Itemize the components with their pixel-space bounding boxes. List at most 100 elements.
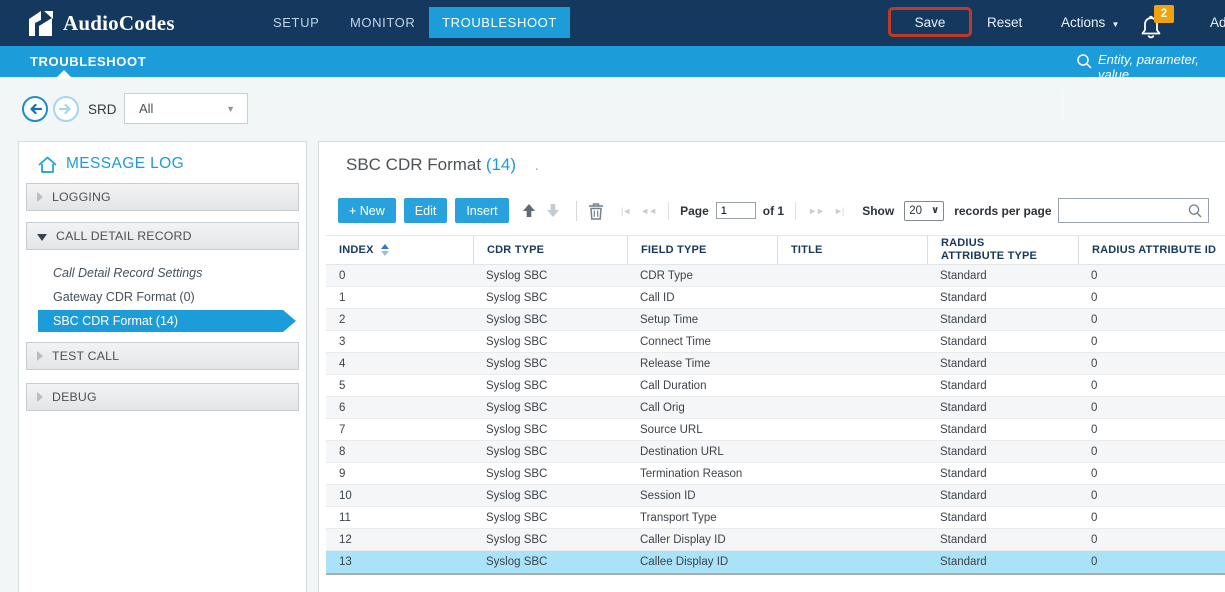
cell-field-type: Termination Reason bbox=[627, 468, 777, 480]
table-search-input[interactable] bbox=[1059, 199, 1185, 222]
page-of-label: of 1 bbox=[763, 204, 784, 218]
column-header-title[interactable]: TITLE bbox=[777, 235, 927, 265]
table-row[interactable]: 8Syslog SBCDestination URLStandard0 bbox=[326, 441, 1225, 463]
actions-menu-button[interactable]: Actions ▼ bbox=[1061, 15, 1119, 30]
cell-index: 8 bbox=[326, 446, 473, 458]
cell-cdr-type: Syslog SBC bbox=[473, 314, 627, 326]
chevron-down-icon: ▼ bbox=[226, 104, 235, 114]
back-button[interactable] bbox=[22, 96, 48, 122]
table-search-box bbox=[1058, 198, 1209, 223]
notification-count-badge: 2 bbox=[1154, 5, 1174, 23]
sidebar-item-sbc-cdr-format[interactable]: SBC CDR Format (14) bbox=[38, 310, 283, 332]
last-page-button[interactable]: ►| bbox=[834, 206, 843, 216]
sidebar-group-items: Call Detail Record Settings Gateway CDR … bbox=[19, 262, 306, 332]
record-count: (14) bbox=[486, 155, 516, 174]
cell-radius-attribute-type: Standard bbox=[927, 468, 1078, 480]
records-per-page-label: records per page bbox=[954, 204, 1051, 218]
table-row[interactable]: 9Syslog SBCTermination ReasonStandard0 bbox=[326, 463, 1225, 485]
first-page-button[interactable]: |◄ bbox=[621, 206, 630, 216]
cell-cdr-type: Syslog SBC bbox=[473, 556, 627, 568]
breadcrumb: TROUBLESHOOT bbox=[30, 46, 146, 77]
page-title: SBC CDR Format (14) . bbox=[346, 155, 539, 175]
cell-radius-attribute-type: Standard bbox=[927, 270, 1078, 282]
cell-cdr-type: Syslog SBC bbox=[473, 270, 627, 282]
table-row[interactable]: 3Syslog SBCConnect TimeStandard0 bbox=[326, 331, 1225, 353]
chevron-expanded-icon bbox=[37, 234, 47, 241]
table-row[interactable]: 2Syslog SBCSetup TimeStandard0 bbox=[326, 309, 1225, 331]
search-icon[interactable] bbox=[1187, 203, 1203, 219]
cell-radius-attribute-type: Standard bbox=[927, 380, 1078, 392]
table-row[interactable]: 12Syslog SBCCaller Display IDStandard0 bbox=[326, 529, 1225, 551]
sort-icon[interactable] bbox=[381, 244, 389, 256]
home-icon bbox=[38, 156, 57, 173]
column-header-cdr-type[interactable]: CDR TYPE bbox=[473, 235, 627, 265]
edit-button[interactable]: Edit bbox=[404, 198, 448, 223]
column-header-radius-attribute-id[interactable]: RADIUS ATTRIBUTE ID bbox=[1078, 235, 1225, 265]
next-page-button[interactable]: ►► bbox=[808, 206, 824, 216]
notifications-button[interactable]: 2 bbox=[1138, 5, 1178, 45]
cell-radius-attribute-id: 0 bbox=[1078, 490, 1225, 502]
new-button[interactable]: + New bbox=[338, 198, 396, 223]
srd-dropdown[interactable]: All ▼ bbox=[124, 93, 248, 124]
table-row[interactable]: 0Syslog SBCCDR TypeStandard0 bbox=[326, 265, 1225, 287]
cell-radius-attribute-id: 0 bbox=[1078, 534, 1225, 546]
cell-cdr-type: Syslog SBC bbox=[473, 468, 627, 480]
tab-setup[interactable]: SETUP bbox=[273, 15, 319, 30]
cell-cdr-type: Syslog SBC bbox=[473, 424, 627, 436]
global-search-input[interactable]: Entity, parameter, value bbox=[1098, 52, 1225, 82]
sidebar-header-message-log[interactable]: MESSAGE LOG bbox=[19, 142, 306, 183]
cell-field-type: Destination URL bbox=[627, 446, 777, 458]
arrow-left-icon bbox=[28, 103, 42, 115]
chevron-right-icon bbox=[37, 351, 43, 361]
move-up-button[interactable] bbox=[522, 203, 536, 218]
cell-radius-attribute-id: 0 bbox=[1078, 314, 1225, 326]
save-button[interactable]: Save bbox=[915, 15, 946, 30]
srd-label: SRD bbox=[88, 102, 117, 117]
page-size-select[interactable]: 20 ∨ bbox=[904, 201, 944, 221]
chevron-down-icon: ▼ bbox=[1109, 20, 1119, 29]
table-row[interactable]: 13Syslog SBCCallee Display IDStandard0 bbox=[326, 551, 1225, 573]
cell-cdr-type: Syslog SBC bbox=[473, 402, 627, 414]
forward-button[interactable] bbox=[53, 96, 79, 122]
cell-radius-attribute-type: Standard bbox=[927, 314, 1078, 326]
table-row[interactable]: 5Syslog SBCCall DurationStandard0 bbox=[326, 375, 1225, 397]
cell-index: 11 bbox=[326, 512, 473, 524]
table-row[interactable]: 6Syslog SBCCall OrigStandard0 bbox=[326, 397, 1225, 419]
table-row[interactable]: 11Syslog SBCTransport TypeStandard0 bbox=[326, 507, 1225, 529]
cell-radius-attribute-id: 0 bbox=[1078, 270, 1225, 282]
cell-radius-attribute-id: 0 bbox=[1078, 446, 1225, 458]
move-down-button[interactable] bbox=[546, 203, 560, 218]
table-row[interactable]: 10Syslog SBCSession IDStandard0 bbox=[326, 485, 1225, 507]
page-number-input[interactable] bbox=[716, 202, 756, 219]
cell-radius-attribute-id: 0 bbox=[1078, 512, 1225, 524]
tab-troubleshoot[interactable]: TROUBLESHOOT bbox=[429, 7, 570, 38]
column-header-index[interactable]: INDEX bbox=[326, 235, 473, 265]
cell-cdr-type: Syslog SBC bbox=[473, 336, 627, 348]
user-menu[interactable]: Ad bbox=[1210, 15, 1225, 30]
column-header-radius-attribute-type[interactable]: RADIUS ATTRIBUTE TYPE bbox=[927, 235, 1078, 265]
cell-index: 4 bbox=[326, 358, 473, 370]
brand-name: AudioCodes bbox=[63, 11, 175, 36]
reset-button[interactable]: Reset bbox=[987, 15, 1022, 30]
cell-field-type: Connect Time bbox=[627, 336, 777, 348]
table-row[interactable]: 4Syslog SBCRelease TimeStandard0 bbox=[326, 353, 1225, 375]
sidebar-group-call-detail-record[interactable]: CALL DETAIL RECORD bbox=[26, 222, 299, 250]
sidebar-item-gateway-cdr-format[interactable]: Gateway CDR Format (0) bbox=[19, 286, 306, 308]
brand-logo[interactable]: AudioCodes bbox=[26, 9, 175, 37]
cell-field-type: Caller Display ID bbox=[627, 534, 777, 546]
cell-radius-attribute-id: 0 bbox=[1078, 402, 1225, 414]
sidebar-item-call-detail-record-settings[interactable]: Call Detail Record Settings bbox=[19, 262, 306, 284]
column-header-field-type[interactable]: FIELD TYPE bbox=[627, 235, 777, 265]
insert-button[interactable]: Insert bbox=[455, 198, 508, 223]
tab-monitor[interactable]: MONITOR bbox=[350, 15, 415, 30]
sidebar-group-test-call[interactable]: TEST CALL bbox=[26, 342, 299, 370]
delete-button[interactable] bbox=[588, 202, 604, 220]
table-row[interactable]: 1Syslog SBCCall IDStandard0 bbox=[326, 287, 1225, 309]
cell-field-type: Call Orig bbox=[627, 402, 777, 414]
sidebar-group-debug[interactable]: DEBUG bbox=[26, 383, 299, 411]
table-row[interactable]: 7Syslog SBCSource URLStandard0 bbox=[326, 419, 1225, 441]
divider bbox=[668, 202, 669, 220]
cell-field-type: Callee Display ID bbox=[627, 556, 777, 568]
previous-page-button[interactable]: ◄◄ bbox=[640, 206, 656, 216]
sidebar-group-logging[interactable]: LOGGING bbox=[26, 183, 299, 211]
